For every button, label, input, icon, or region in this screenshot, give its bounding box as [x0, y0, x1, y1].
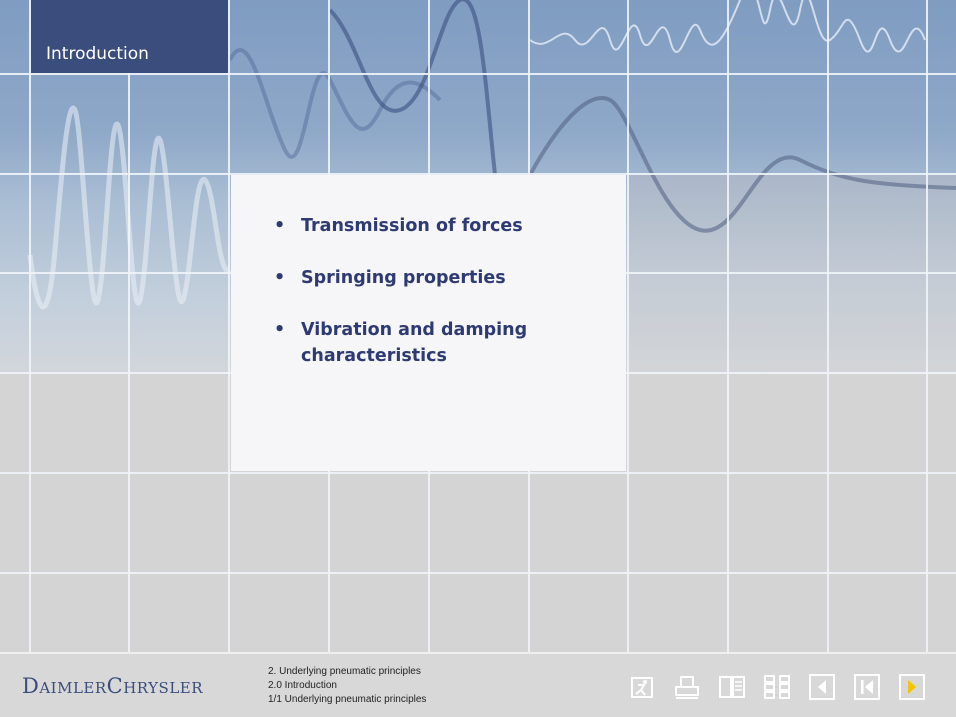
content-panel: • Transmission of forces • Springing prope…	[231, 175, 626, 471]
list-item: • Springing properties	[271, 265, 601, 291]
print-icon	[675, 676, 699, 699]
next-icon	[899, 674, 925, 700]
breadcrumb-section: 2.0 Introduction	[268, 680, 337, 691]
breadcrumb: 2. Underlying pneumatic principles 2.0 I…	[268, 665, 426, 707]
print-button[interactable]	[673, 673, 701, 701]
slide-stage: Introduction • Transmission of forces • Sp…	[0, 0, 956, 652]
first-page-button[interactable]	[853, 673, 881, 701]
overview-button[interactable]	[763, 673, 791, 701]
glossary-icon	[719, 676, 745, 698]
list-item: • Transmission of forces	[271, 213, 601, 239]
title-box: Introduction	[31, 0, 228, 73]
overview-icon	[764, 675, 790, 699]
next-button[interactable]	[898, 673, 926, 701]
company-logo: DaimlerChrysler	[22, 674, 204, 698]
previous-button[interactable]	[808, 673, 836, 701]
exit-icon	[631, 677, 653, 698]
bullet-text: Vibration and damping characteristics	[301, 320, 528, 366]
bullet-list: • Transmission of forces • Springing prope…	[271, 213, 601, 395]
bullet-text: Transmission of forces	[301, 216, 523, 236]
breadcrumb-page: 1/1 Underlying pneumatic principles	[268, 694, 427, 705]
bullet-icon: •	[274, 216, 286, 236]
bullet-icon: •	[274, 268, 286, 288]
previous-icon	[809, 674, 835, 700]
breadcrumb-chapter: 2. Underlying pneumatic principles	[268, 666, 421, 677]
list-item: • Vibration and damping characteristics	[271, 317, 601, 369]
bullet-text: Springing properties	[301, 268, 506, 288]
page-title: Introduction	[46, 44, 149, 64]
footer-bar: DaimlerChrysler 2. Underlying pneumatic …	[0, 652, 956, 717]
first-page-icon	[854, 674, 880, 700]
glossary-button[interactable]	[718, 673, 746, 701]
exit-button[interactable]	[628, 673, 656, 701]
bullet-icon: •	[274, 320, 286, 340]
